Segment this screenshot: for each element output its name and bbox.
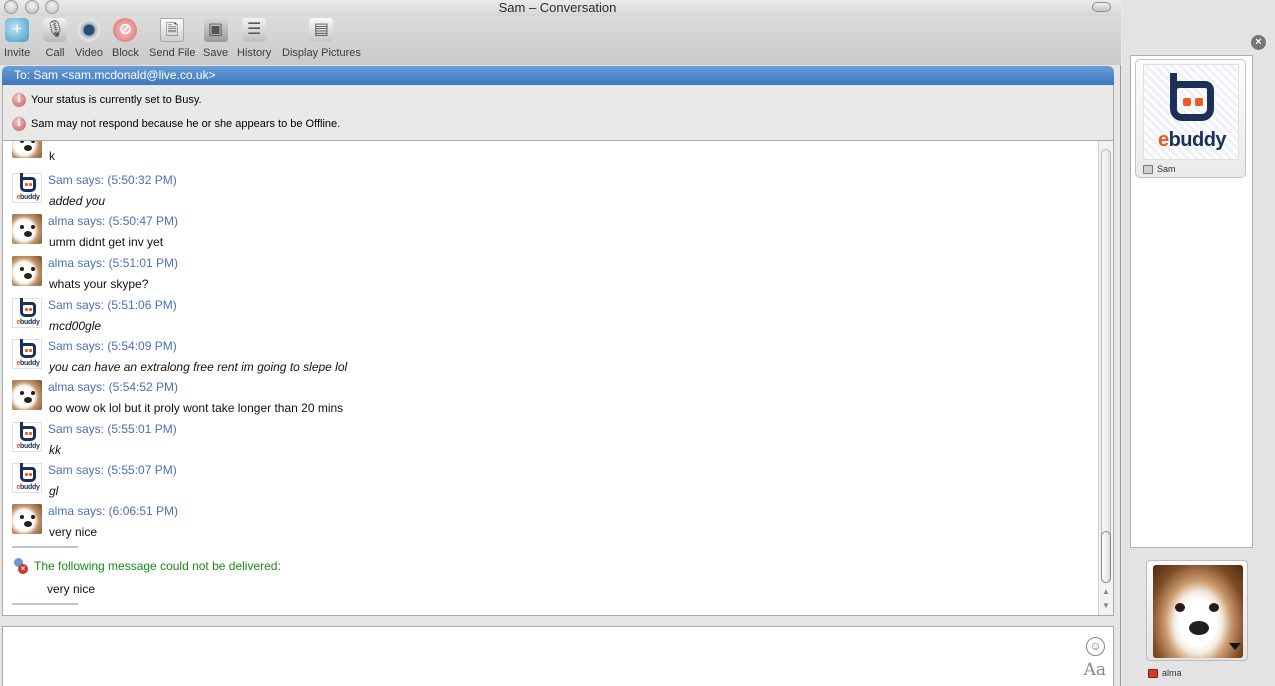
- alma-avatar: [12, 141, 42, 158]
- message-text: whats your skype?: [49, 277, 149, 291]
- window-title: Sam – Conversation: [498, 0, 617, 15]
- history-icon: ☰: [242, 18, 267, 42]
- message-input[interactable]: [3, 627, 1073, 686]
- delivery-failure-text: The following message could not be deliv…: [34, 559, 281, 573]
- message-text: mcd00gle: [49, 319, 102, 333]
- message-header: alma says: (5:51:01 PM): [48, 256, 179, 270]
- toolbar-toggle-button[interactable]: [1092, 2, 1111, 12]
- message-text: oo wow ok lol but it proly wont take lon…: [49, 401, 344, 415]
- scroll-down-arrow[interactable]: ▼: [1102, 601, 1110, 610]
- sam-avatar: ebuddy: [12, 173, 42, 203]
- message-header: Sam says: (5:51:06 PM): [48, 298, 177, 312]
- contact-display-picture: ebuddy: [1143, 64, 1239, 160]
- block-icon: ⊘: [113, 18, 138, 42]
- busy-status-row: i Your status is currently set to Busy.: [12, 92, 202, 108]
- message-header: Sam says: (5:54:09 PM): [48, 339, 177, 353]
- message-input-area: ☺ Aa: [2, 626, 1114, 686]
- message-text: added you: [49, 194, 106, 208]
- send-file-icon: 🗎: [160, 18, 185, 42]
- message-header: Sam says: (5:55:01 PM): [48, 422, 177, 436]
- message-item: k: [12, 141, 1072, 168]
- sam-avatar: ebuddy: [12, 463, 42, 493]
- my-name: alma: [1162, 668, 1182, 678]
- floppy-disk-icon: ▣: [203, 18, 228, 42]
- message-header: alma says: (5:50:47 PM): [48, 214, 179, 228]
- message-text: very nice: [49, 525, 98, 539]
- transcript-scrollbar[interactable]: ▲ ▼: [1098, 141, 1113, 615]
- contact-name: Sam: [1157, 164, 1176, 174]
- close-pane-icon[interactable]: ×: [1251, 35, 1266, 50]
- toolbar: + Invite 🎙 Call Video ⊘ Block 🗎 Send Fil…: [0, 16, 1121, 65]
- invite-button[interactable]: + Invite: [4, 18, 30, 59]
- display-pictures-button[interactable]: ▤ Display Pictures: [282, 18, 361, 59]
- alma-avatar: [12, 214, 42, 244]
- scrollbar-thumb[interactable]: [1101, 531, 1111, 583]
- send-file-button[interactable]: 🗎 Send File: [149, 18, 195, 59]
- font-icon[interactable]: Aa: [1084, 660, 1106, 680]
- alma-avatar: [12, 504, 42, 534]
- offline-status-row: i Sam may not respond because he or she …: [12, 116, 340, 132]
- sam-avatar: ebuddy: [12, 298, 42, 328]
- title-bar[interactable]: Sam – Conversation: [0, 0, 1121, 16]
- save-button[interactable]: ▣ Save: [203, 18, 228, 59]
- delivery-error-icon: ×: [12, 558, 29, 574]
- message-text: you can have an extralong free rent im g…: [49, 360, 348, 374]
- sam-avatar: ebuddy: [12, 422, 42, 452]
- message-separator: [12, 603, 78, 605]
- emoticon-icon[interactable]: ☺: [1086, 637, 1105, 656]
- microphone-icon: 🎙: [43, 18, 67, 42]
- message-header: alma says: (6:06:51 PM): [48, 504, 179, 518]
- message-separator: [12, 546, 78, 548]
- info-icon: i: [12, 93, 26, 107]
- display-pictures-icon: ▤: [309, 18, 334, 42]
- conversation-transcript[interactable]: k ebuddy Sam says: (5:50:32 PM) added yo…: [2, 140, 1114, 616]
- block-button[interactable]: ⊘ Block: [112, 18, 139, 59]
- chevron-down-icon[interactable]: [1229, 643, 1241, 650]
- display-pictures-pane: × ebuddy Sam alma: [1122, 0, 1275, 686]
- contact-card[interactable]: ebuddy Sam: [1135, 59, 1246, 178]
- message-text: gl: [49, 484, 59, 498]
- sam-avatar: ebuddy: [12, 339, 42, 369]
- message-header: Sam says: (5:50:32 PM): [48, 173, 177, 187]
- busy-status-text: Your status is currently set to Busy.: [31, 94, 202, 106]
- webcam-icon: [76, 18, 101, 42]
- message-header: alma says: (5:54:52 PM): [48, 380, 179, 394]
- alma-avatar: [12, 380, 42, 410]
- busy-status-icon: [1148, 668, 1158, 678]
- delivery-failure-notice: × The following message could not be del…: [12, 558, 281, 574]
- history-button[interactable]: ☰ History: [237, 18, 271, 59]
- message-text: kk: [49, 443, 61, 457]
- offline-status-icon: [1143, 164, 1153, 174]
- alma-avatar: [12, 256, 42, 286]
- video-button[interactable]: Video: [75, 18, 103, 59]
- status-panel: i Your status is currently set to Busy. …: [2, 85, 1114, 140]
- undelivered-message-text: very nice: [47, 582, 96, 596]
- my-picture-card[interactable]: [1146, 560, 1248, 661]
- contact-name-row: Sam: [1143, 164, 1176, 174]
- contact-pictures-panel: ebuddy Sam: [1130, 55, 1253, 548]
- call-button[interactable]: 🎙 Call: [43, 18, 67, 59]
- message-header: Sam says: (5:55:07 PM): [48, 463, 177, 477]
- invite-icon: +: [5, 18, 30, 42]
- scroll-up-arrow[interactable]: ▲: [1102, 587, 1110, 596]
- conversation-window: Sam – Conversation + Invite 🎙 Call Video…: [0, 0, 1121, 686]
- my-name-row: alma: [1148, 668, 1182, 678]
- info-icon: i: [12, 117, 26, 131]
- scrollbar-track: [1101, 149, 1111, 583]
- message-text: umm didnt get inv yet: [49, 235, 164, 249]
- offline-status-text: Sam may not respond because he or she ap…: [31, 118, 341, 130]
- recipient-bar: To: Sam <sam.mcdonald@live.co.uk>: [2, 66, 1114, 85]
